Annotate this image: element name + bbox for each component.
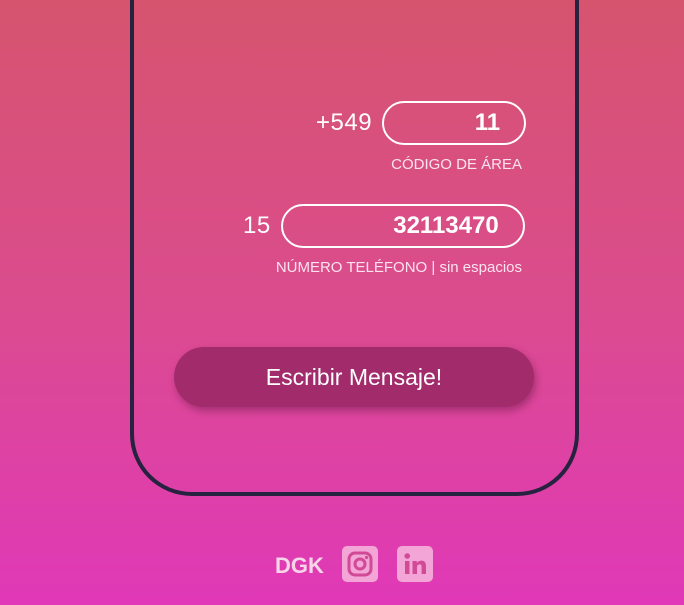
phone-prefix: 15 [243,212,271,239]
linkedin-icon[interactable] [397,546,433,582]
phone-frame [130,0,579,496]
area-code-caption: CÓDIGO DE ÁREA [391,156,522,173]
area-code-row: +549 11 [316,101,527,145]
phone-number-caption: NÚMERO TELÉFONO | sin espacios [275,259,522,276]
instagram-icon[interactable] [342,546,378,582]
brand-label: DGK [275,553,324,578]
phone-number-row: 15 32113470 [243,204,525,248]
country-prefix: +549 [316,109,373,136]
phone-number-input[interactable]: 32113470 [280,204,525,248]
write-message-button[interactable]: Escribir Mensaje! [174,347,534,407]
area-code-input[interactable]: 11 [382,101,527,145]
footer: DGK [0,545,684,585]
